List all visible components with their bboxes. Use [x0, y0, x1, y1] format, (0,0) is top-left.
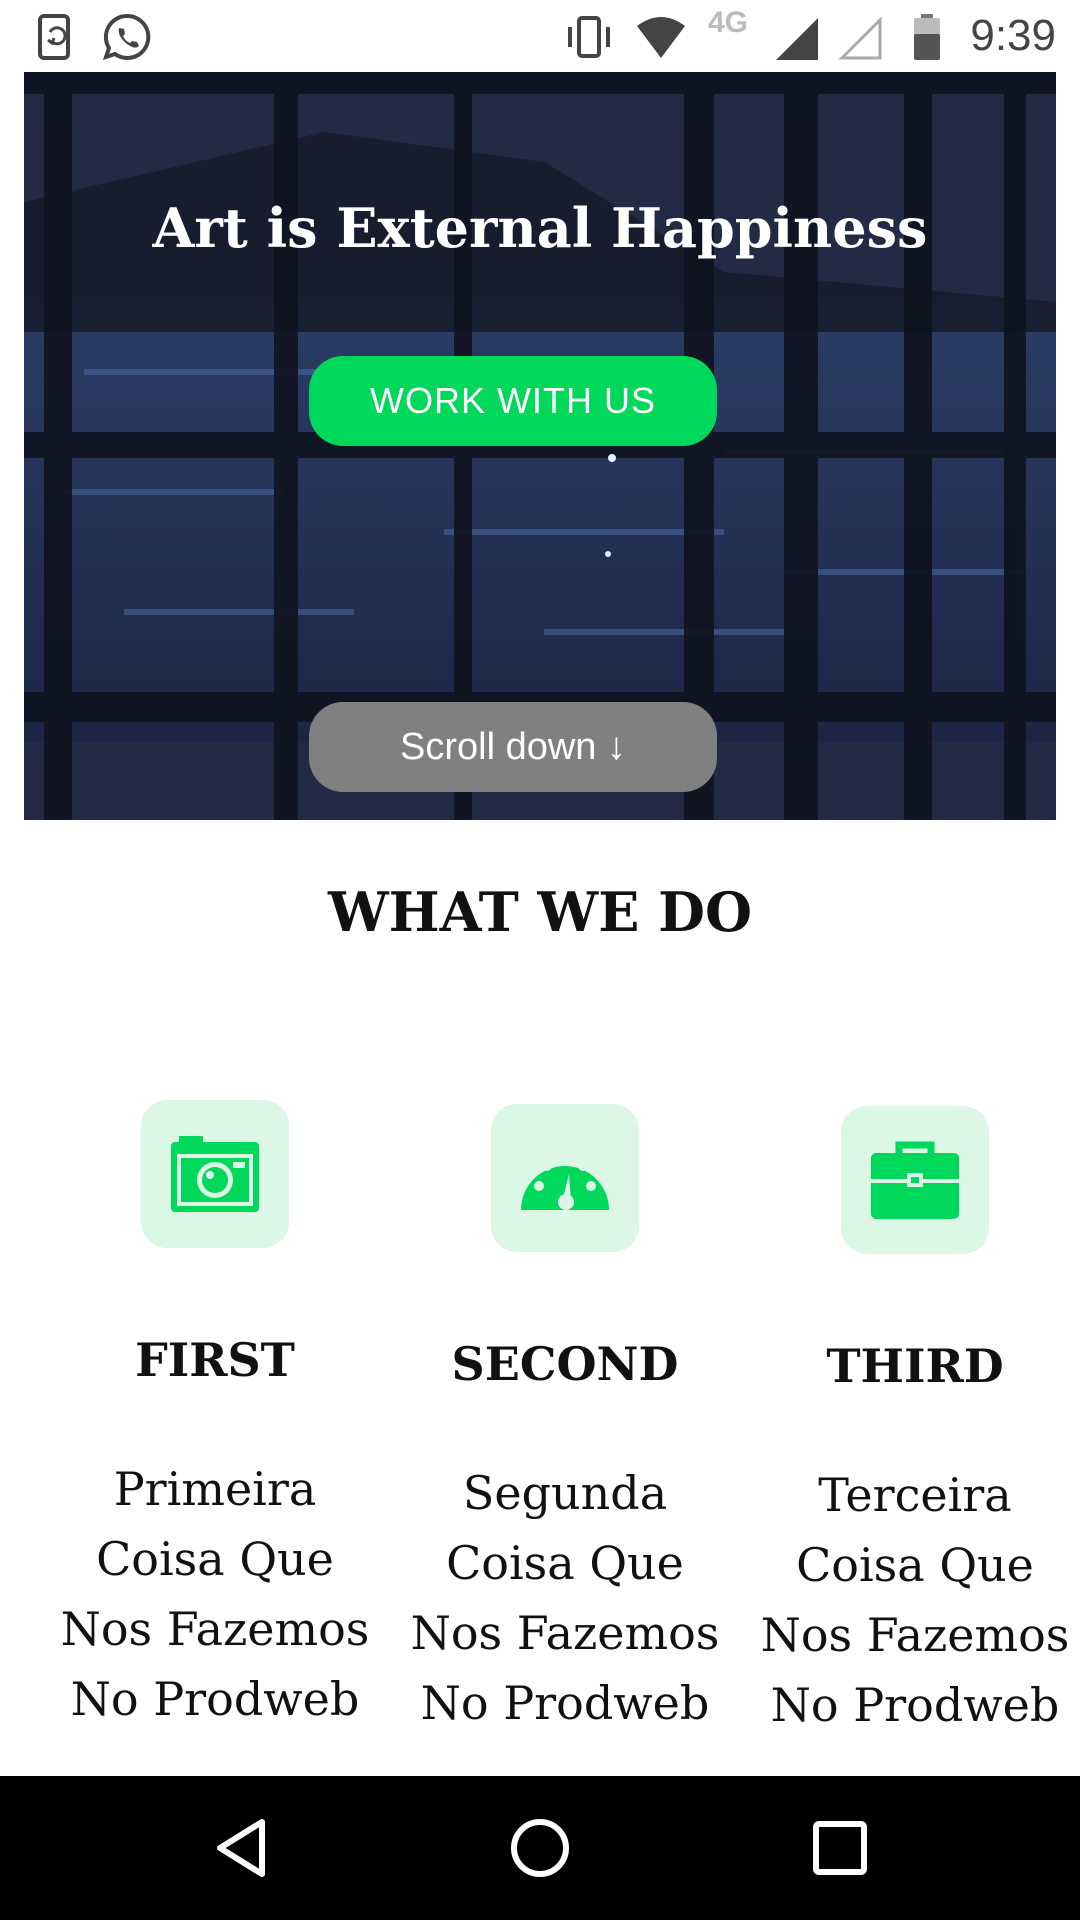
feature-line: Terceira	[818, 1468, 1012, 1522]
back-icon[interactable]	[206, 1812, 278, 1884]
feature-first: FIRST Primeira Coisa Que Nos Fazemos No …	[40, 1100, 390, 1734]
feature-line: Coisa Que	[96, 1532, 334, 1586]
home-icon[interactable]	[504, 1812, 576, 1884]
signal-empty-icon	[838, 16, 882, 60]
feature-line: Coisa Que	[796, 1538, 1034, 1592]
navigation-bar	[0, 1776, 1080, 1920]
feature-icon-box	[141, 1100, 289, 1248]
phone-sync-icon	[38, 14, 70, 60]
recents-icon[interactable]	[804, 1812, 876, 1884]
feature-icon-box	[841, 1106, 989, 1254]
hero-banner: Art is External Happiness WORK WITH US S…	[24, 72, 1056, 820]
vibrate-icon	[568, 16, 610, 58]
work-with-us-button[interactable]: WORK WITH US	[309, 356, 717, 446]
camera-icon	[171, 1136, 259, 1212]
feature-line: No Prodweb	[420, 1676, 710, 1730]
feature-line: Coisa Que	[446, 1536, 684, 1590]
scroll-down-button[interactable]: Scroll down ↓	[309, 702, 717, 792]
feature-line: Nos Fazemos	[410, 1606, 720, 1660]
feature-third: THIRD Terceira Coisa Que Nos Fazemos No …	[740, 1106, 1080, 1740]
feature-line: No Prodweb	[770, 1678, 1060, 1732]
feature-icon-box	[491, 1104, 639, 1252]
feature-line: Nos Fazemos	[760, 1608, 1070, 1662]
clock: 9:39	[970, 11, 1056, 60]
feature-heading: SECOND	[451, 1337, 679, 1391]
battery-icon	[914, 14, 940, 60]
feature-description: Terceira Coisa Que Nos Fazemos No Prodwe…	[740, 1460, 1080, 1740]
feature-description: Primeira Coisa Que Nos Fazemos No Prodwe…	[40, 1454, 390, 1734]
hero-title: Art is External Happiness	[152, 196, 928, 260]
section-title: WHAT WE DO	[327, 880, 753, 944]
wifi-icon	[637, 17, 685, 58]
whatsapp-icon	[102, 13, 151, 61]
briefcase-icon	[871, 1141, 959, 1219]
status-bar: 4G 9:39	[0, 0, 1080, 72]
feature-heading: FIRST	[135, 1333, 295, 1387]
speedometer-icon	[521, 1153, 609, 1210]
network-type: 4G	[708, 6, 749, 39]
feature-second: SECOND Segunda Coisa Que Nos Fazemos No …	[390, 1104, 740, 1738]
feature-line: No Prodweb	[70, 1672, 360, 1726]
signal-icon	[776, 18, 818, 60]
feature-description: Segunda Coisa Que Nos Fazemos No Prodweb	[390, 1458, 740, 1738]
feature-heading: THIRD	[826, 1339, 1004, 1393]
feature-line: Segunda	[462, 1466, 668, 1520]
feature-line: Nos Fazemos	[60, 1602, 370, 1656]
feature-line: Primeira	[113, 1462, 317, 1516]
